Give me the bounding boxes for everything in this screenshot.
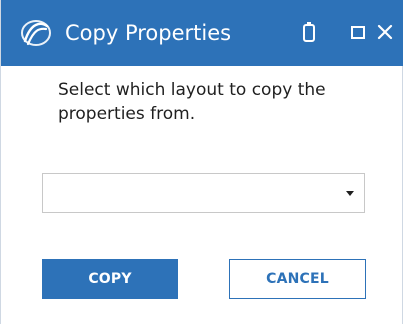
dialog-content: Select which layout to copy the properti… — [1, 66, 403, 324]
battery-icon[interactable] — [297, 20, 321, 44]
dropdown-arrow-icon[interactable] — [346, 191, 354, 196]
layout-select[interactable] — [42, 173, 365, 213]
restore-icon[interactable] — [346, 20, 370, 44]
close-icon[interactable] — [373, 20, 397, 44]
swirl-logo-icon — [19, 16, 53, 50]
window-title: Copy Properties — [65, 21, 232, 45]
instruction-text: Select which layout to copy the properti… — [58, 80, 326, 124]
cancel-button[interactable]: CANCEL — [229, 259, 366, 299]
copy-properties-dialog: Copy Properties Select which layout to c… — [0, 0, 403, 324]
copy-button[interactable]: COPY — [42, 259, 178, 299]
title-bar: Copy Properties — [1, 0, 403, 66]
